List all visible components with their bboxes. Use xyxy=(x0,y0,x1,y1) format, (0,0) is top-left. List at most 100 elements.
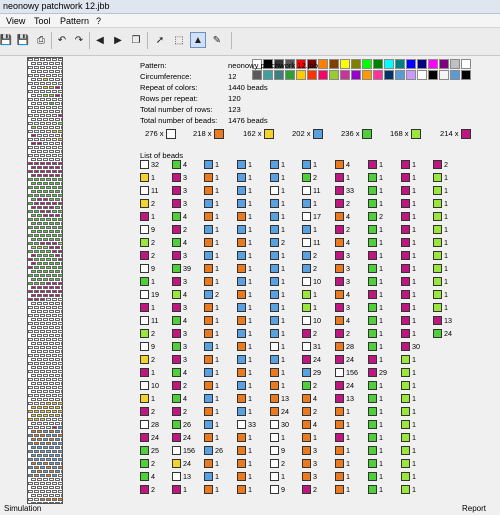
save-icon[interactable]: 💾 xyxy=(15,32,31,48)
bead-count: 1 xyxy=(215,485,219,494)
simulation-bead xyxy=(34,394,39,397)
palette-color-swatch[interactable] xyxy=(406,59,416,69)
property-rows-per-repeat: Rows per repeat: 120 xyxy=(140,94,241,103)
bead-swatch xyxy=(204,199,213,208)
bead-count: 1 xyxy=(412,212,416,221)
simulation-bead xyxy=(52,226,57,229)
simulation-bead xyxy=(40,282,45,285)
bead-swatch xyxy=(204,264,213,273)
bead-list-entry: 1 xyxy=(237,367,272,377)
fill-bucket-icon[interactable]: ▲ xyxy=(190,32,206,48)
palette-color-swatch[interactable] xyxy=(406,70,416,80)
bead-count: 3 xyxy=(183,251,187,260)
simulation-bead xyxy=(28,482,33,485)
simulation-bead xyxy=(49,118,54,121)
color-picker-icon[interactable]: ✎ xyxy=(209,32,225,48)
simulation-bead xyxy=(55,78,60,81)
simulation-bead xyxy=(31,262,36,265)
simulation-bead xyxy=(58,274,62,277)
palette-color-swatch[interactable] xyxy=(428,59,438,69)
undo-icon[interactable]: ↶ xyxy=(54,32,70,48)
print-icon[interactable]: ⎙ xyxy=(33,32,49,48)
palette-color-swatch[interactable] xyxy=(439,70,449,80)
palette-color-swatch[interactable] xyxy=(461,70,471,80)
bead-count: 24 xyxy=(183,459,191,468)
select-rectangle-icon[interactable]: ⬚ xyxy=(171,32,187,48)
simulation-bead xyxy=(58,298,62,301)
simulation-bead xyxy=(49,486,54,489)
simulation-bead xyxy=(43,166,48,169)
save-icon[interactable]: 💾 xyxy=(0,32,14,48)
simulation-bead xyxy=(58,58,62,61)
simulation-bead xyxy=(31,86,36,89)
bead-count: 1 xyxy=(215,225,219,234)
simulation-bead xyxy=(40,266,45,269)
toolbar-separator xyxy=(231,32,232,49)
palette-color-swatch[interactable] xyxy=(417,70,427,80)
bead-swatch xyxy=(237,212,246,221)
bead-count: 24 xyxy=(183,433,191,442)
menu-pattern[interactable]: Pattern xyxy=(60,16,89,26)
simulation-bead xyxy=(40,402,45,405)
bead-swatch xyxy=(172,329,181,338)
simulation-bead xyxy=(46,210,51,213)
palette-color-swatch[interactable] xyxy=(450,59,460,69)
bead-count: 1 xyxy=(215,381,219,390)
simulation-bead xyxy=(34,258,39,261)
simulation-bead xyxy=(58,162,62,165)
copy-icon[interactable]: ❐ xyxy=(128,32,144,48)
palette-color-swatch[interactable] xyxy=(417,59,427,69)
pointer-icon[interactable]: ➚ xyxy=(152,32,168,48)
bead-swatch xyxy=(302,173,311,182)
simulation-bead xyxy=(37,166,42,169)
simulation-bead xyxy=(58,282,62,285)
simulation-bead xyxy=(40,474,45,477)
bead-count: 1 xyxy=(248,368,252,377)
bead-swatch xyxy=(270,433,279,442)
simulation-bead xyxy=(40,186,45,189)
simulation-bead xyxy=(46,226,51,229)
palette-color-swatch[interactable] xyxy=(461,59,471,69)
simulation-bead xyxy=(40,370,45,373)
simulation-bead xyxy=(58,74,62,77)
bead-list-entry: 1 xyxy=(270,198,305,208)
report-label[interactable]: Report xyxy=(462,504,486,513)
simulation-bead xyxy=(34,434,39,437)
simulation-bead xyxy=(31,166,36,169)
palette-color-swatch[interactable] xyxy=(428,70,438,80)
arrow-right-icon[interactable]: ▶ xyxy=(110,32,126,48)
bead-swatch xyxy=(335,446,344,455)
bead-swatch xyxy=(368,186,377,195)
bead-list-entry: 1 xyxy=(401,237,436,247)
simulation-label[interactable]: Simulation xyxy=(4,504,41,513)
redo-icon[interactable]: ↷ xyxy=(71,32,87,48)
arrow-left-icon[interactable]: ◀ xyxy=(92,32,108,48)
simulation-bead xyxy=(49,494,54,497)
palette-color-swatch[interactable] xyxy=(450,70,460,80)
palette-color-swatch[interactable] xyxy=(439,59,449,69)
simulation-bead xyxy=(34,202,39,205)
simulation-bead xyxy=(46,66,51,69)
bead-swatch xyxy=(401,251,410,260)
simulation-bead xyxy=(31,294,36,297)
simulation-bead xyxy=(58,490,62,493)
bead-swatch xyxy=(204,420,213,429)
simulation-bead xyxy=(58,106,62,109)
menu-tool[interactable]: Tool xyxy=(34,16,51,26)
bead-list-entry: 1 xyxy=(368,185,403,195)
bead-count: 1 xyxy=(151,303,155,312)
bead-list-entry: 1 xyxy=(401,211,436,221)
bead-count: 3 xyxy=(183,186,187,195)
bead-swatch xyxy=(140,329,149,338)
bead-swatch xyxy=(368,407,377,416)
bead-list-entry: 11 xyxy=(140,185,175,195)
bead-list-entry: 1 xyxy=(204,172,239,182)
bead-swatch xyxy=(433,277,442,286)
simulation-bead xyxy=(49,222,54,225)
menu-help[interactable]: ? xyxy=(96,16,101,26)
bead-count: 9 xyxy=(151,264,155,273)
bead-count: 26 xyxy=(215,446,223,455)
menu-view[interactable]: View xyxy=(6,16,25,26)
simulation-bead xyxy=(43,398,48,401)
bead-list-entry: 1 xyxy=(401,445,436,455)
